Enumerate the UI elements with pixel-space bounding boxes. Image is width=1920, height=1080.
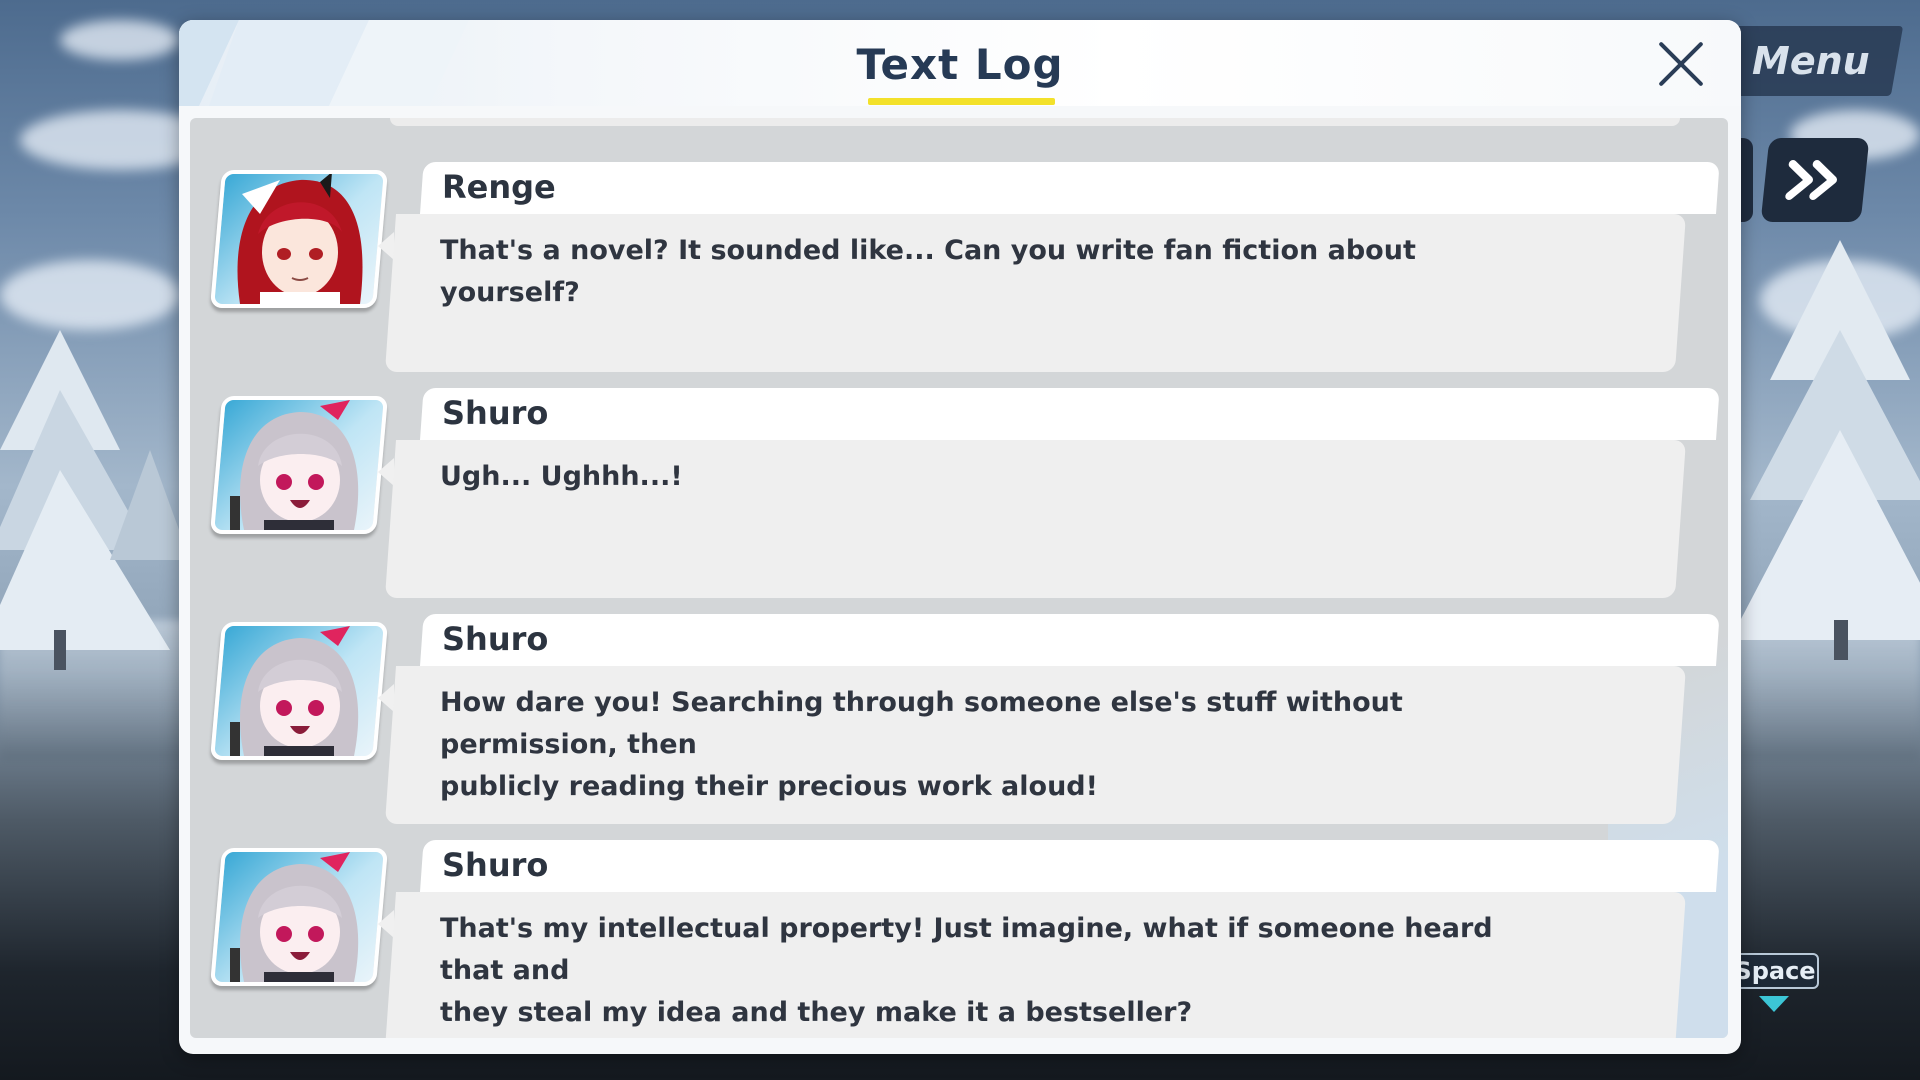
- menu-button[interactable]: Menu: [1718, 26, 1904, 96]
- dialogue-bubble: Shuro Ugh... Ughhh...!: [384, 388, 1720, 598]
- dialogue-text: How dare you! Searching through someone …: [440, 687, 1403, 802]
- close-icon[interactable]: [1653, 36, 1709, 92]
- title-underline: [868, 98, 1055, 105]
- dialogue-bubble: Shuro How dare you! Searching through so…: [384, 614, 1720, 824]
- dialogue-text: That's a novel? It sounded like... Can y…: [440, 235, 1426, 308]
- snowy-tree-left: [0, 330, 190, 670]
- renge-portrait: [209, 170, 389, 308]
- speaker-name: Renge: [442, 168, 556, 206]
- space-key-hint: Space: [1731, 953, 1819, 989]
- log-list[interactable]: Renge That's a novel? It sounded like...…: [190, 118, 1728, 1038]
- dialogue-text: That's my intellectual property! Just im…: [440, 913, 1493, 1028]
- log-entry: Renge That's a novel? It sounded like...…: [190, 162, 1728, 374]
- shuro-portrait: [209, 396, 389, 534]
- speaker-name: Shuro: [442, 620, 549, 658]
- renge-portrait-image: [237, 174, 363, 304]
- advance-arrow-icon: [1759, 996, 1789, 1012]
- previous-entry-edge: [390, 118, 1680, 126]
- skip-button[interactable]: [1760, 138, 1870, 222]
- dialogue-text: Ugh... Ughhh...!: [440, 461, 683, 492]
- shuro-portrait-image: [230, 626, 359, 756]
- dialogue-bubble: Renge That's a novel? It sounded like...…: [384, 162, 1720, 372]
- snowy-tree-right: [1730, 240, 1920, 660]
- speaker-name: Shuro: [442, 394, 549, 432]
- log-entry: Shuro Ugh... Ughhh...!: [190, 388, 1728, 600]
- text-log-modal: Text Log Renge That's a novel? It sounde…: [179, 20, 1741, 1054]
- dialogue-bubble: Shuro That's my intellectual property! J…: [384, 840, 1720, 1038]
- log-entry: Shuro That's my intellectual property! J…: [190, 840, 1728, 1038]
- shuro-portrait: [209, 622, 389, 760]
- shuro-portrait-image: [230, 852, 359, 982]
- shuro-portrait: [209, 848, 389, 986]
- log-entry: Shuro How dare you! Searching through so…: [190, 614, 1728, 826]
- fast-forward-icon: [1785, 160, 1838, 200]
- menu-label: Menu: [1752, 39, 1870, 83]
- speaker-name: Shuro: [442, 846, 549, 884]
- shuro-portrait-image: [230, 400, 359, 530]
- modal-header: Text Log: [179, 20, 1741, 106]
- modal-title: Text Log: [856, 40, 1064, 89]
